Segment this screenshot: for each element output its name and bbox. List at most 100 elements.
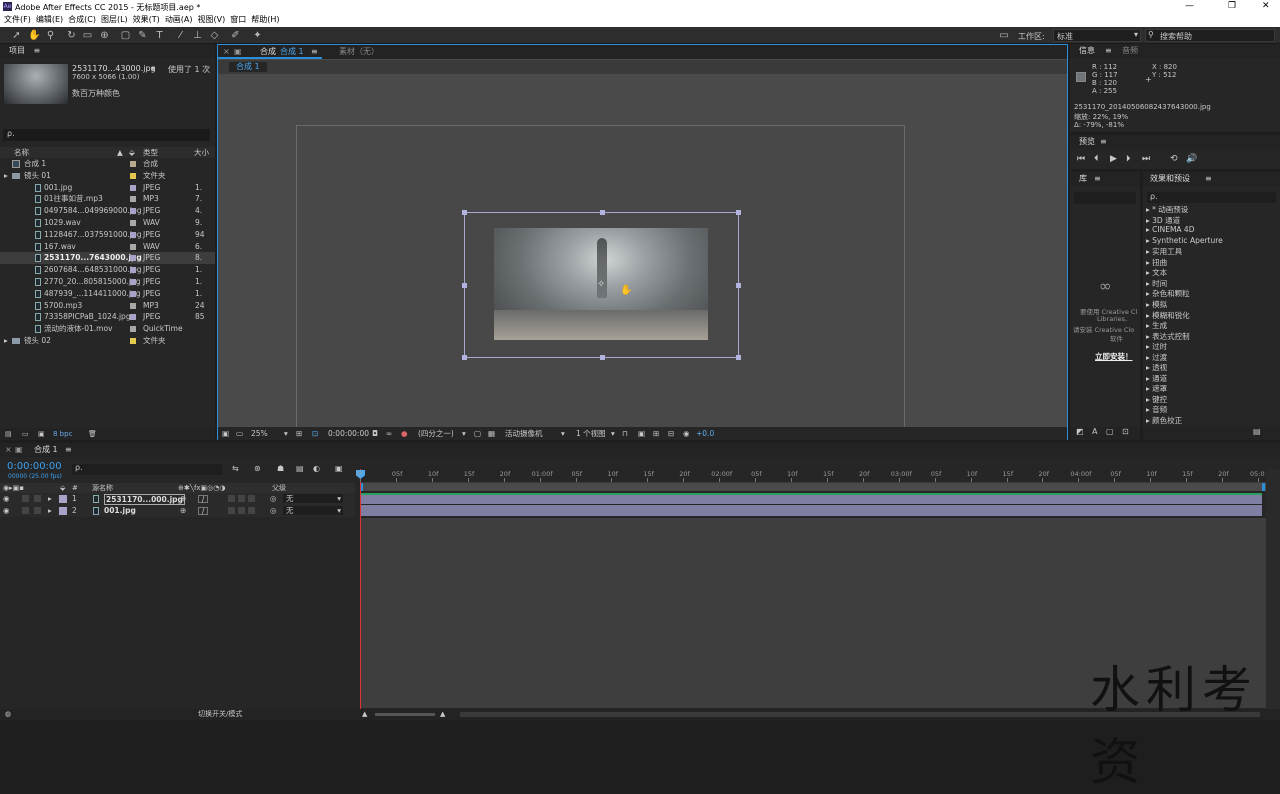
zoom-slider[interactable] <box>375 713 435 716</box>
label-color-swatch[interactable] <box>130 184 136 191</box>
effects-category[interactable]: ▸ Synthetic Aperture <box>1146 236 1223 245</box>
chevron-down-icon[interactable]: ▾ <box>284 427 288 440</box>
resolution-select[interactable]: (四分之一) <box>418 427 454 440</box>
toggle-switches-modes[interactable]: 切换开关/模式 <box>198 709 242 720</box>
timeline-layer-row[interactable]: ◉ ▸ 1 2531170...000.jpg ⊕ / ◎ 无 ▾ <box>0 493 355 505</box>
add-graphic-icon[interactable]: ◩ <box>1076 427 1084 436</box>
timeline-layer-row[interactable]: ◉ ▸ 2 001.jpg ⊕ / ◎ 无 ▾ <box>0 505 355 517</box>
grid-icon[interactable]: ⊞ <box>296 427 302 440</box>
interpret-footage-icon[interactable]: ▤ <box>5 428 12 440</box>
project-row[interactable]: ▸ 镜头 01 文件夹 <box>0 170 215 182</box>
layer-name[interactable]: 001.jpg <box>104 505 136 517</box>
label-color-swatch[interactable] <box>59 507 67 515</box>
minimize-button[interactable]: — <box>1185 1 1194 11</box>
effects-category[interactable]: ▸ 文本 <box>1146 267 1167 278</box>
graph-editor-icon[interactable]: ▣ <box>335 464 343 473</box>
effects-category[interactable]: ▸ 模拟 <box>1146 299 1167 310</box>
effects-category[interactable]: ▸ 杂色和颗粒 <box>1146 288 1190 299</box>
eye-icon[interactable]: ◉ <box>3 505 10 517</box>
rotate-tool-icon[interactable]: ↻ <box>66 30 77 41</box>
column-size[interactable]: 大小 <box>194 147 209 158</box>
disclosure-triangle-icon[interactable]: ▸ <box>48 493 52 505</box>
menu-help[interactable]: 帮助(H) <box>251 14 279 25</box>
quality-switch-icon[interactable]: / <box>198 495 208 503</box>
transform-handle[interactable] <box>462 283 467 288</box>
eye-icon[interactable]: ◉ <box>3 493 10 505</box>
panel-menu-icon[interactable]: ≡ <box>1100 135 1107 149</box>
audio-tab[interactable]: 音频 <box>1122 44 1138 58</box>
menu-edit[interactable]: 编辑(E) <box>36 14 63 25</box>
label-color-swatch[interactable] <box>130 161 136 167</box>
clone-stamp-tool-icon[interactable]: ⊥ <box>192 30 203 41</box>
adjustment-switch[interactable] <box>248 507 255 514</box>
loop-icon[interactable]: ⟲ <box>1170 154 1178 164</box>
motion-blur-switch[interactable] <box>238 507 245 514</box>
effects-category[interactable]: ▸ CINEMA 4D <box>1146 225 1194 234</box>
add-text-icon[interactable]: A <box>1092 427 1097 436</box>
brush-tool-icon[interactable]: ⁄ <box>175 30 186 41</box>
time-ruler[interactable] <box>360 469 1266 483</box>
exposure-value[interactable]: +0.0 <box>696 427 714 440</box>
adobe-stock-icon[interactable]: ⊡ <box>1122 427 1129 436</box>
layer-name[interactable]: 2531170...000.jpg <box>104 494 185 505</box>
panel-menu-icon[interactable]: ≡ <box>1094 172 1101 186</box>
pen-tool-icon[interactable]: ✎ <box>137 30 148 41</box>
add-color-icon[interactable]: ▢ <box>1106 427 1114 436</box>
layer-track-2[interactable] <box>360 505 1262 516</box>
fx-switch[interactable] <box>228 507 235 514</box>
frame-blending-icon[interactable]: ▤ <box>296 464 304 473</box>
effects-category[interactable]: ▸ 过时 <box>1146 341 1167 352</box>
effects-category[interactable]: ▸ 通道 <box>1146 373 1167 384</box>
timeline-search-input[interactable]: ρ. <box>72 463 222 475</box>
library-select[interactable] <box>1074 192 1136 204</box>
label-color-swatch[interactable] <box>59 495 67 503</box>
effects-category[interactable]: ▸ 表达式控制 <box>1146 331 1190 342</box>
footage-tab[interactable]: 素材（无） <box>339 45 379 59</box>
transform-handle[interactable] <box>736 210 741 215</box>
color-channel-icon[interactable]: ● <box>401 427 408 440</box>
workspace-select[interactable]: 标准 ▾ <box>1053 29 1141 42</box>
fast-preview-icon[interactable]: ▣ <box>638 427 645 440</box>
audio-icon[interactable]: 🔊 <box>1186 154 1197 164</box>
search-help-input[interactable]: ⚲ 搜索帮助 <box>1145 29 1275 42</box>
library-tab[interactable]: 库 <box>1079 172 1087 186</box>
work-area-end-handle[interactable] <box>1262 483 1265 491</box>
menu-composition[interactable]: 合成(C) <box>68 14 96 25</box>
bpc-button[interactable]: 8 bpc <box>53 428 72 440</box>
project-row[interactable]: 1029.wav WAV 9. <box>0 217 215 229</box>
current-time[interactable]: 0:00:00:00 <box>328 427 369 440</box>
quality-switch-icon[interactable]: / <box>198 507 208 515</box>
toggle-pixel-aspect-icon[interactable]: ⊓ <box>622 427 628 440</box>
region-of-interest-icon[interactable]: ▢ <box>474 427 481 440</box>
label-color-swatch[interactable] <box>130 172 136 179</box>
panel-menu-icon[interactable]: ≡ <box>65 443 72 457</box>
monitor-icon[interactable]: ▭ <box>236 427 243 440</box>
puppet-pin-tool-icon[interactable]: ✦ <box>252 30 263 41</box>
effects-category[interactable]: ▸ 遮罩 <box>1146 383 1167 394</box>
label-color-swatch[interactable] <box>130 302 136 309</box>
close-button[interactable]: ✕ <box>1262 1 1270 11</box>
info-tab[interactable]: 信息 <box>1079 44 1095 58</box>
project-row[interactable]: 1128467...037591000.jpg JPEG 94 <box>0 229 215 241</box>
effects-category[interactable]: ▸ 音频 <box>1146 404 1167 415</box>
eraser-tool-icon[interactable]: ◇ <box>209 30 220 41</box>
install-link[interactable]: 立即安装！ <box>1095 351 1133 362</box>
exposure-icon[interactable]: ◉ <box>683 427 690 440</box>
roto-brush-tool-icon[interactable]: ✐ <box>230 30 241 41</box>
effects-category[interactable]: ▸ 3D 通道 <box>1146 215 1180 226</box>
label-color-swatch[interactable] <box>130 338 136 344</box>
new-animation-preset-icon[interactable]: ▤ <box>1253 427 1261 436</box>
maximize-button[interactable]: ❐ <box>1228 1 1236 11</box>
anchor-point-icon[interactable]: ✧ <box>597 279 605 290</box>
menu-window[interactable]: 窗口 <box>230 14 246 25</box>
solo-switch[interactable] <box>22 495 29 502</box>
close-tab-icon[interactable]: × <box>5 443 12 457</box>
menu-file[interactable]: 文件(F) <box>4 14 31 25</box>
panel-menu-icon[interactable]: ≡ <box>34 46 41 55</box>
column-name[interactable]: 名称 <box>14 147 29 158</box>
timeline-tab[interactable]: 合成 1 <box>34 443 58 457</box>
breadcrumb[interactable]: 合成 1 <box>229 62 267 72</box>
prev-frame-icon[interactable]: ⏴ <box>1094 154 1099 164</box>
transform-handle[interactable] <box>600 355 605 360</box>
playhead-line[interactable] <box>360 469 361 709</box>
